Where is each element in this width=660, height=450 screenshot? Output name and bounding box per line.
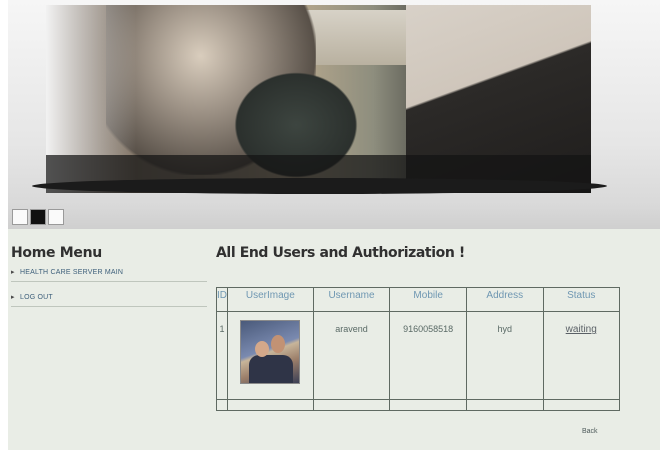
user-avatar [240, 320, 301, 384]
column-header-username: Username [312, 287, 391, 312]
banner-photo [46, 5, 591, 193]
cell-user-image [227, 311, 314, 400]
sidebar-item-log-out[interactable]: LOG OUT [11, 290, 207, 307]
slider-dot-3[interactable] [48, 209, 64, 225]
table-row-empty [216, 399, 620, 411]
slider-dot-1[interactable] [12, 209, 28, 225]
status-waiting-link[interactable]: waiting [566, 324, 597, 335]
column-header-id: ID [216, 287, 228, 312]
sidebar-item-health-care-server-main[interactable]: HEALTH CARE SERVER MAIN [11, 265, 207, 282]
sidebar: Home Menu HEALTH CARE SERVER MAIN LOG OU… [11, 245, 207, 307]
column-header-address: Address [466, 287, 544, 312]
table-row: 1 aravend 9160058518 hyd waiting [216, 311, 620, 400]
page: Home Menu HEALTH CARE SERVER MAIN LOG OU… [8, 0, 660, 450]
cell-mobile: 9160058518 [389, 311, 467, 400]
cell-username: aravend [312, 311, 391, 400]
slider-strip [8, 205, 660, 229]
sidebar-title: Home Menu [11, 245, 102, 261]
back-link[interactable]: Back [582, 428, 598, 435]
column-header-status: Status [542, 287, 620, 312]
cell-id: 1 [216, 311, 228, 400]
cell-status: waiting [542, 311, 620, 400]
header-banner [8, 0, 660, 205]
column-header-mobile: Mobile [389, 287, 467, 312]
column-header-userimage: UserImage [227, 287, 314, 312]
cell-address: hyd [466, 311, 544, 400]
slider-dot-2[interactable] [30, 209, 46, 225]
table-header-row: ID UserImage Username Mobile Address Sta… [216, 287, 620, 312]
page-title: All End Users and Authorization ! [216, 245, 465, 261]
users-table: ID UserImage Username Mobile Address Sta… [216, 287, 620, 411]
banner-shadow [32, 178, 607, 194]
